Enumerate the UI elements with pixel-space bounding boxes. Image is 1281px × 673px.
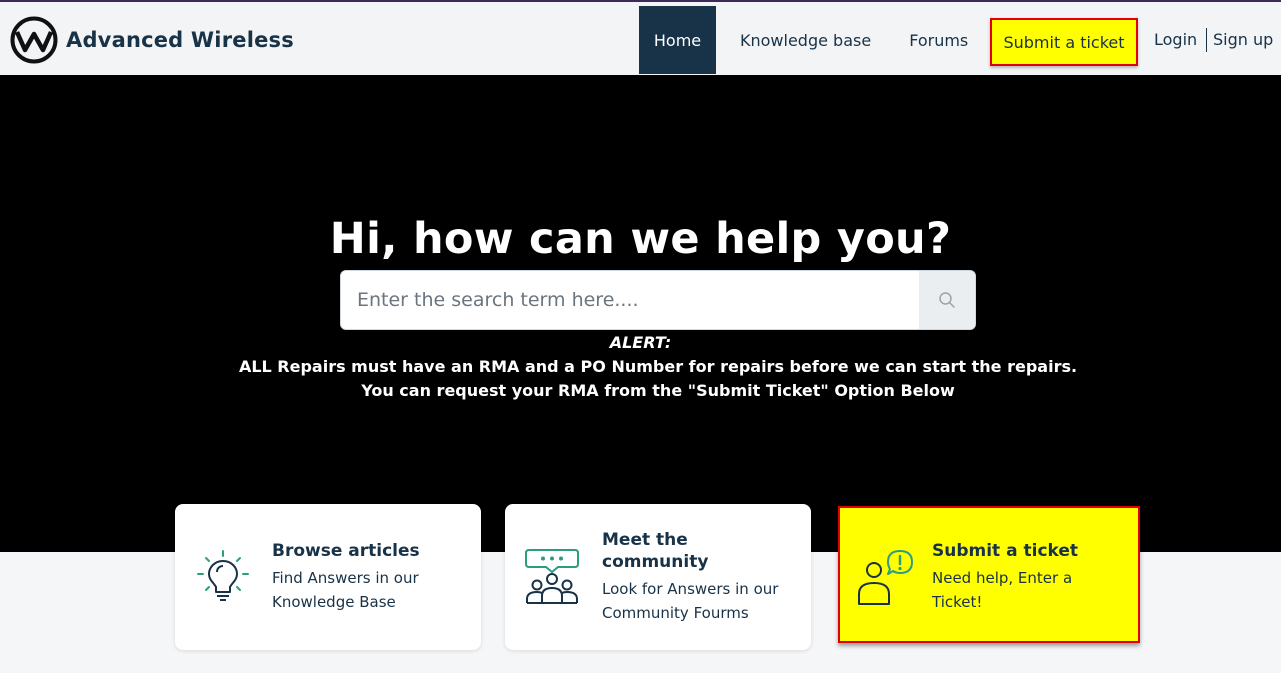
search-icon <box>939 292 955 308</box>
nav-signup[interactable]: Sign up <box>1213 30 1273 49</box>
alert-heading: ALERT: <box>609 333 672 352</box>
card-description: Community Fourms <box>602 604 749 622</box>
user-alert-icon <box>858 550 913 605</box>
brand-name: Advanced Wireless <box>66 28 294 52</box>
card-description: Find Answers in our <box>272 569 419 587</box>
nav-divider <box>1206 28 1207 52</box>
community-icon <box>525 549 579 604</box>
card-submit-ticket[interactable]: Submit a ticket Need help, Enter a Ticke… <box>838 506 1140 643</box>
card-description: Look for Answers in our <box>602 580 779 598</box>
hero-banner: Hi, how can we help you? ALERT: ALL Repa… <box>0 75 1281 552</box>
card-description: Ticket! <box>932 593 983 611</box>
hero-title: Hi, how can we help you? <box>329 214 952 264</box>
search-input[interactable] <box>341 271 920 329</box>
logo-icon <box>10 16 58 64</box>
card-description: Need help, Enter a <box>932 569 1073 587</box>
card-title: Meet the <box>602 530 688 550</box>
nav-home[interactable]: Home <box>639 6 716 74</box>
alert-line-1: ALL Repairs must have an RMA and a PO Nu… <box>238 357 1078 376</box>
alert-line-2: You can request your RMA from the "Submi… <box>361 381 955 400</box>
nav-forums[interactable]: Forums <box>909 31 968 50</box>
logo-link[interactable]: Advanced Wireless <box>10 16 294 64</box>
nav-knowledge-base[interactable]: Knowledge base <box>740 31 871 50</box>
nav-login[interactable]: Login <box>1154 30 1197 49</box>
search-button[interactable] <box>919 271 975 329</box>
card-title: community <box>602 552 709 572</box>
nav-submit-ticket[interactable]: Submit a ticket <box>990 18 1138 66</box>
card-browse-articles[interactable]: Browse articles Find Answers in our Know… <box>175 504 481 650</box>
main-nav: Home Knowledge base Forums Submit a tick… <box>639 6 1273 74</box>
lightbulb-icon <box>197 550 249 601</box>
card-title: Submit a ticket <box>932 541 1079 561</box>
card-description: Knowledge Base <box>272 593 396 611</box>
search-bar <box>340 270 976 330</box>
site-header: Advanced Wireless Home Knowledge base Fo… <box>0 2 1281 75</box>
card-title: Browse articles <box>272 541 420 561</box>
card-meet-community[interactable]: Meet the community Look for Answers in o… <box>505 504 811 650</box>
